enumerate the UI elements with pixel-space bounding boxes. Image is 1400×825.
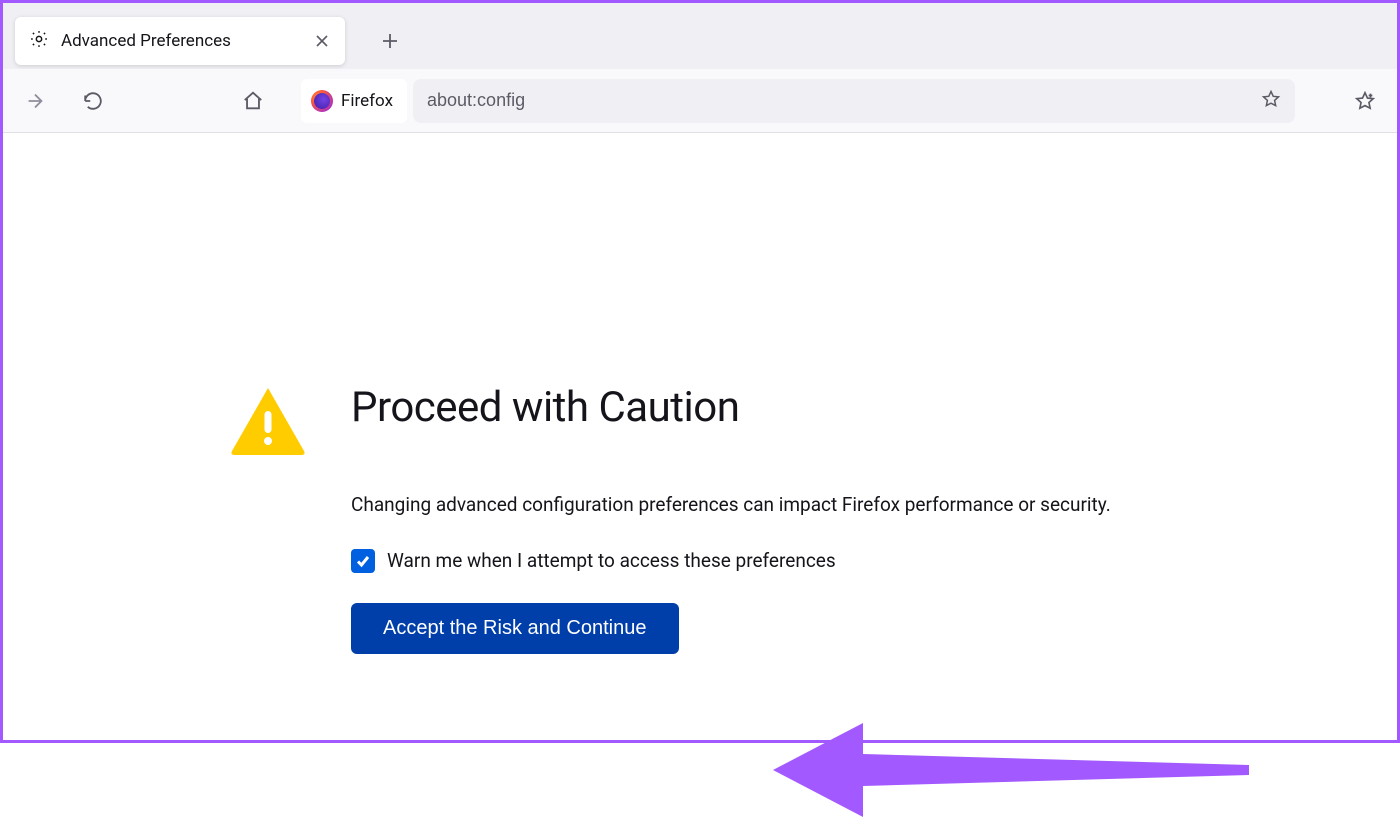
- close-tab-icon[interactable]: [313, 32, 331, 50]
- caution-description: Changing advanced configuration preferen…: [351, 492, 1189, 519]
- new-tab-button[interactable]: [371, 22, 409, 60]
- warning-triangle-icon: [229, 385, 307, 461]
- tab-title: Advanced Preferences: [61, 31, 301, 51]
- identity-label: Firefox: [341, 91, 393, 111]
- extensions-button[interactable]: [1351, 87, 1379, 115]
- annotation-arrow-icon: [773, 715, 1273, 825]
- tab-strip: Advanced Preferences: [3, 3, 1397, 69]
- firefox-logo-icon: [311, 90, 333, 112]
- caution-body: Proceed with Caution Changing advanced c…: [351, 383, 1189, 654]
- page-content: Proceed with Caution Changing advanced c…: [3, 133, 1397, 740]
- caution-panel: Proceed with Caution Changing advanced c…: [229, 383, 1189, 654]
- warn-checkbox[interactable]: [351, 549, 375, 573]
- warn-checkbox-label: Warn me when I attempt to access these p…: [387, 549, 836, 572]
- nav-toolbar: Firefox: [3, 69, 1397, 133]
- forward-button[interactable]: [21, 87, 49, 115]
- address-bar[interactable]: [413, 79, 1295, 123]
- bookmark-star-icon[interactable]: [1261, 89, 1281, 113]
- warn-checkbox-row: Warn me when I attempt to access these p…: [351, 549, 1189, 573]
- home-button[interactable]: [239, 87, 267, 115]
- browser-tab[interactable]: Advanced Preferences: [15, 17, 345, 65]
- urlbar-container: Firefox: [297, 79, 1295, 123]
- url-input[interactable]: [427, 90, 1261, 111]
- identity-box[interactable]: Firefox: [301, 79, 407, 123]
- reload-button[interactable]: [79, 87, 107, 115]
- accept-risk-button[interactable]: Accept the Risk and Continue: [351, 603, 679, 654]
- gear-icon: [29, 29, 49, 53]
- caution-title: Proceed with Caution: [351, 383, 1189, 432]
